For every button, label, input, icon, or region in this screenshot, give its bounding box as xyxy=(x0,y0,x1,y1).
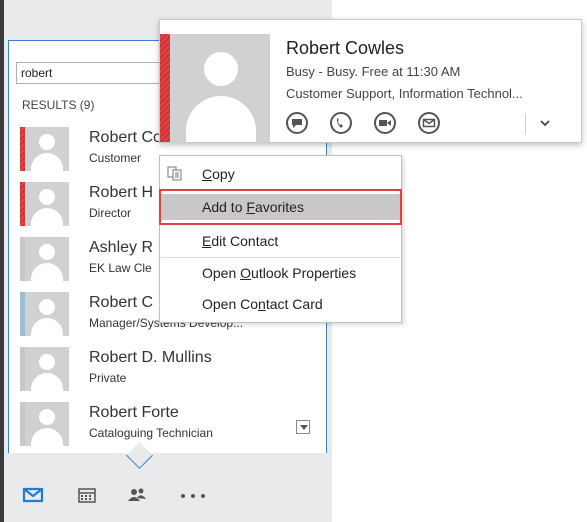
more-nav-button[interactable] xyxy=(178,484,208,506)
contact-row[interactable]: Robert Forte Cataloguing Technician xyxy=(20,402,292,448)
card-department: Customer Support, Information Technol... xyxy=(286,86,523,101)
menu-item-copy[interactable]: Copy xyxy=(161,161,400,187)
results-count-label: RESULTS (9) xyxy=(22,98,95,112)
menu-item-label: Open Contact Card xyxy=(202,296,323,312)
avatar xyxy=(25,237,69,281)
contact-name: Ashley R xyxy=(89,239,154,256)
avatar xyxy=(25,347,69,391)
im-button[interactable] xyxy=(286,112,308,134)
card-divider xyxy=(525,114,526,134)
contact-title: Customer xyxy=(89,151,142,165)
menu-item-label: Open Outlook Properties xyxy=(202,265,357,281)
avatar xyxy=(25,292,69,336)
phone-icon xyxy=(336,118,343,128)
card-status: Busy - Busy. Free at 11:30 AM xyxy=(286,64,461,79)
menu-item-open-outlook-properties[interactable]: Open Outlook Properties xyxy=(161,260,400,286)
video-icon xyxy=(379,120,391,126)
contact-name: Robert D. Mullins xyxy=(89,349,212,366)
video-button[interactable] xyxy=(374,112,396,134)
email-icon xyxy=(422,118,436,128)
avatar xyxy=(25,182,69,226)
calendar-nav-button[interactable] xyxy=(76,484,98,506)
more-icon xyxy=(181,494,205,498)
contacts-nav-button[interactable] xyxy=(126,484,148,506)
contact-name: Robert C xyxy=(89,294,154,311)
highlight-box xyxy=(159,189,402,225)
presence-bar xyxy=(160,34,170,142)
contact-title: Director xyxy=(89,206,132,220)
menu-item-edit-contact[interactable]: Edit Contact xyxy=(161,228,400,254)
mail-nav-button[interactable] xyxy=(22,484,44,506)
card-contact-name: Robert Cowles xyxy=(286,38,405,58)
contact-title: EK Law Cle xyxy=(89,261,152,275)
context-menu: Copy Add to Favorites Edit Contact Open … xyxy=(159,155,402,323)
call-button[interactable] xyxy=(330,112,352,134)
contact-name: Robert H xyxy=(89,184,154,201)
contact-row[interactable]: Robert D. Mullins Private xyxy=(20,347,292,393)
contacts-icon xyxy=(128,488,146,501)
chevron-down-icon xyxy=(540,120,550,127)
menu-item-open-contact-card[interactable]: Open Contact Card xyxy=(161,291,400,317)
menu-item-label: Edit Contact xyxy=(202,233,279,249)
avatar xyxy=(25,402,69,446)
menu-separator xyxy=(161,257,400,258)
expand-card-button[interactable] xyxy=(538,116,552,130)
scroll-down-button[interactable] xyxy=(296,420,310,434)
avatar xyxy=(25,127,69,171)
im-icon xyxy=(292,119,302,128)
calendar-icon xyxy=(78,488,96,503)
contact-title: Private xyxy=(89,371,127,385)
email-button[interactable] xyxy=(418,112,440,134)
contact-photo xyxy=(170,34,270,142)
contact-name: Robert Forte xyxy=(89,404,179,421)
mail-icon xyxy=(22,487,44,503)
navigation-bar xyxy=(4,462,332,522)
contact-title: Cataloguing Technician xyxy=(89,426,213,440)
menu-item-label: Copy xyxy=(202,166,235,182)
copy-icon xyxy=(167,166,182,181)
chevron-down-icon xyxy=(300,425,308,430)
contact-card: Robert Cowles Busy - Busy. Free at 11:30… xyxy=(159,19,582,143)
